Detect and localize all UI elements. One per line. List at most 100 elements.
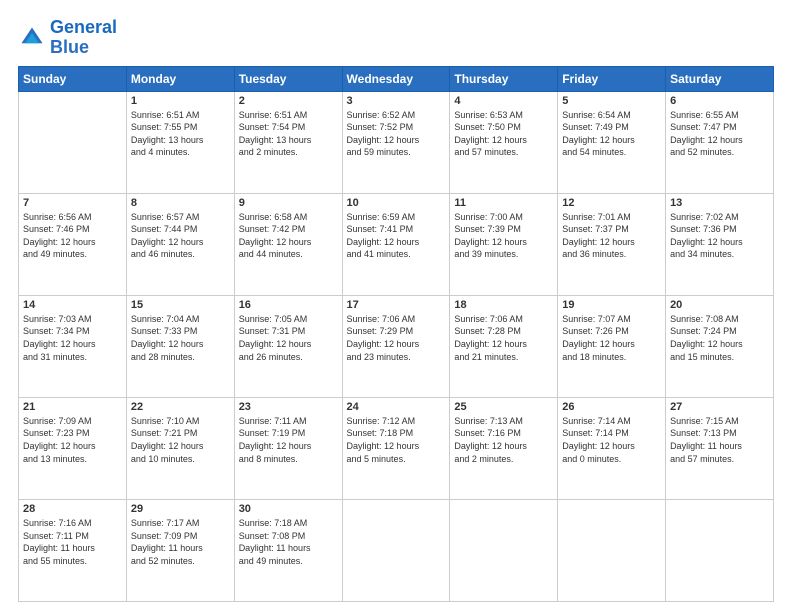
- day-info: Sunrise: 7:04 AM Sunset: 7:33 PM Dayligh…: [131, 313, 230, 363]
- calendar-cell: [558, 499, 666, 601]
- calendar-cell: 6Sunrise: 6:55 AM Sunset: 7:47 PM Daylig…: [666, 91, 774, 193]
- calendar-cell: 13 Sunrise: 7:02 AM Sunset: 7:36 PM Dayli…: [666, 193, 774, 295]
- day-number: 25: [454, 401, 553, 413]
- calendar-cell: 16 Sunrise: 7:05 AM Sunset: 7:31 PM Dayli…: [234, 295, 342, 397]
- weekday-header-wednesday: Wednesday: [342, 66, 450, 91]
- day-number: 29: [131, 503, 230, 515]
- day-info: Sunrise: 7:16 AM Sunset: 7:11 PM Dayligh…: [23, 517, 122, 567]
- day-info: Sunrise: 7:10 AM Sunset: 7:21 PM Dayligh…: [131, 415, 230, 465]
- day-number: 17: [347, 299, 446, 311]
- day-info: Sunrise: 7:06 AM Sunset: 7:28 PM Dayligh…: [454, 313, 553, 363]
- weekday-header-friday: Friday: [558, 66, 666, 91]
- day-number: 13: [670, 197, 769, 209]
- calendar-cell: 1 Sunrise: 6:51 AM Sunset: 7:55 PM Daylig…: [126, 91, 234, 193]
- logo-text: General Blue: [50, 18, 117, 58]
- day-number: 1: [131, 95, 230, 107]
- calendar-cell: 28 Sunrise: 7:16 AM Sunset: 7:11 PM Dayli…: [19, 499, 127, 601]
- calendar-cell: 21 Sunrise: 7:09 AM Sunset: 7:23 PM Dayli…: [19, 397, 127, 499]
- day-info: Sunrise: 7:03 AM Sunset: 7:34 PM Dayligh…: [23, 313, 122, 363]
- day-number: 22: [131, 401, 230, 413]
- day-info: Sunrise: 6:53 AM Sunset: 7:50 PM Dayligh…: [454, 109, 553, 159]
- day-info: Sunrise: 6:58 AM Sunset: 7:42 PM Dayligh…: [239, 211, 338, 261]
- calendar-cell: 11 Sunrise: 7:00 AM Sunset: 7:39 PM Dayli…: [450, 193, 558, 295]
- day-number: 20: [670, 299, 769, 311]
- day-number: 19: [562, 299, 661, 311]
- day-number: 15: [131, 299, 230, 311]
- calendar-cell: 18 Sunrise: 7:06 AM Sunset: 7:28 PM Dayli…: [450, 295, 558, 397]
- calendar-cell: 2Sunrise: 6:51 AM Sunset: 7:54 PM Daylig…: [234, 91, 342, 193]
- calendar-cell: 9 Sunrise: 6:58 AM Sunset: 7:42 PM Daylig…: [234, 193, 342, 295]
- calendar-cell: 30 Sunrise: 7:18 AM Sunset: 7:08 PM Dayli…: [234, 499, 342, 601]
- day-info: Sunrise: 7:11 AM Sunset: 7:19 PM Dayligh…: [239, 415, 338, 465]
- day-info: Sunrise: 6:56 AM Sunset: 7:46 PM Dayligh…: [23, 211, 122, 261]
- logo-icon: [18, 24, 46, 52]
- day-number: 24: [347, 401, 446, 413]
- calendar-cell: [666, 499, 774, 601]
- calendar-cell: 14 Sunrise: 7:03 AM Sunset: 7:34 PM Dayli…: [19, 295, 127, 397]
- day-number: 5: [562, 95, 661, 107]
- calendar-cell: 3 Sunrise: 6:52 AM Sunset: 7:52 PM Daylig…: [342, 91, 450, 193]
- day-number: 11: [454, 197, 553, 209]
- calendar-cell: 24 Sunrise: 7:12 AM Sunset: 7:18 PM Dayli…: [342, 397, 450, 499]
- header: General Blue: [18, 18, 774, 58]
- day-info: Sunrise: 7:02 AM Sunset: 7:36 PM Dayligh…: [670, 211, 769, 261]
- weekday-header-tuesday: Tuesday: [234, 66, 342, 91]
- day-number: 28: [23, 503, 122, 515]
- weekday-header-row: SundayMondayTuesdayWednesdayThursdayFrid…: [19, 66, 774, 91]
- day-number: 26: [562, 401, 661, 413]
- day-number: 9: [239, 197, 338, 209]
- calendar-cell: 22 Sunrise: 7:10 AM Sunset: 7:21 PM Dayli…: [126, 397, 234, 499]
- calendar-cell: 26 Sunrise: 7:14 AM Sunset: 7:14 PM Dayli…: [558, 397, 666, 499]
- day-info: Sunrise: 6:59 AM Sunset: 7:41 PM Dayligh…: [347, 211, 446, 261]
- calendar-cell: 5 Sunrise: 6:54 AM Sunset: 7:49 PM Daylig…: [558, 91, 666, 193]
- day-info: Sunrise: 6:52 AM Sunset: 7:52 PM Dayligh…: [347, 109, 446, 159]
- day-info: Sunrise: 7:07 AM Sunset: 7:26 PM Dayligh…: [562, 313, 661, 363]
- logo: General Blue: [18, 18, 117, 58]
- calendar-cell: 23 Sunrise: 7:11 AM Sunset: 7:19 PM Dayli…: [234, 397, 342, 499]
- day-info: Sunrise: 7:09 AM Sunset: 7:23 PM Dayligh…: [23, 415, 122, 465]
- day-number: 18: [454, 299, 553, 311]
- day-number: 3: [347, 95, 446, 107]
- day-info: Sunrise: 6:57 AM Sunset: 7:44 PM Dayligh…: [131, 211, 230, 261]
- calendar-cell: 10 Sunrise: 6:59 AM Sunset: 7:41 PM Dayli…: [342, 193, 450, 295]
- day-info: Sunrise: 7:12 AM Sunset: 7:18 PM Dayligh…: [347, 415, 446, 465]
- day-number: 8: [131, 197, 230, 209]
- day-info: Sunrise: 6:51 AM Sunset: 7:55 PM Dayligh…: [131, 109, 230, 159]
- calendar-cell: 7 Sunrise: 6:56 AM Sunset: 7:46 PM Daylig…: [19, 193, 127, 295]
- day-info: Sunrise: 6:54 AM Sunset: 7:49 PM Dayligh…: [562, 109, 661, 159]
- day-info: Sunrise: 7:18 AM Sunset: 7:08 PM Dayligh…: [239, 517, 338, 567]
- day-number: 10: [347, 197, 446, 209]
- calendar-cell: 15 Sunrise: 7:04 AM Sunset: 7:33 PM Dayli…: [126, 295, 234, 397]
- weekday-header-saturday: Saturday: [666, 66, 774, 91]
- weekday-header-sunday: Sunday: [19, 66, 127, 91]
- day-number: 4: [454, 95, 553, 107]
- day-number: 12: [562, 197, 661, 209]
- calendar-cell: 8 Sunrise: 6:57 AM Sunset: 7:44 PM Daylig…: [126, 193, 234, 295]
- day-number: 16: [239, 299, 338, 311]
- day-info: Sunrise: 7:06 AM Sunset: 7:29 PM Dayligh…: [347, 313, 446, 363]
- calendar-cell: 12 Sunrise: 7:01 AM Sunset: 7:37 PM Dayli…: [558, 193, 666, 295]
- day-info: Sunrise: 7:08 AM Sunset: 7:24 PM Dayligh…: [670, 313, 769, 363]
- page: General Blue SundayMondayTuesdayWednesda…: [0, 0, 792, 612]
- calendar-cell: 29Sunrise: 7:17 AM Sunset: 7:09 PM Dayli…: [126, 499, 234, 601]
- day-number: 27: [670, 401, 769, 413]
- day-info: Sunrise: 6:51 AM Sunset: 7:54 PM Dayligh…: [239, 109, 338, 159]
- weekday-header-monday: Monday: [126, 66, 234, 91]
- calendar-cell: 27 Sunrise: 7:15 AM Sunset: 7:13 PM Dayli…: [666, 397, 774, 499]
- week-row-2: 7 Sunrise: 6:56 AM Sunset: 7:46 PM Daylig…: [19, 193, 774, 295]
- day-info: Sunrise: 7:00 AM Sunset: 7:39 PM Dayligh…: [454, 211, 553, 261]
- day-info: Sunrise: 7:13 AM Sunset: 7:16 PM Dayligh…: [454, 415, 553, 465]
- day-number: 14: [23, 299, 122, 311]
- day-number: 21: [23, 401, 122, 413]
- day-number: 7: [23, 197, 122, 209]
- day-info: Sunrise: 7:01 AM Sunset: 7:37 PM Dayligh…: [562, 211, 661, 261]
- day-number: 23: [239, 401, 338, 413]
- day-info: Sunrise: 7:05 AM Sunset: 7:31 PM Dayligh…: [239, 313, 338, 363]
- day-info: Sunrise: 7:15 AM Sunset: 7:13 PM Dayligh…: [670, 415, 769, 465]
- calendar-cell: 4 Sunrise: 6:53 AM Sunset: 7:50 PM Daylig…: [450, 91, 558, 193]
- day-number: 30: [239, 503, 338, 515]
- week-row-4: 21 Sunrise: 7:09 AM Sunset: 7:23 PM Dayli…: [19, 397, 774, 499]
- day-info: Sunrise: 7:14 AM Sunset: 7:14 PM Dayligh…: [562, 415, 661, 465]
- calendar-cell: [342, 499, 450, 601]
- week-row-1: 1 Sunrise: 6:51 AM Sunset: 7:55 PM Daylig…: [19, 91, 774, 193]
